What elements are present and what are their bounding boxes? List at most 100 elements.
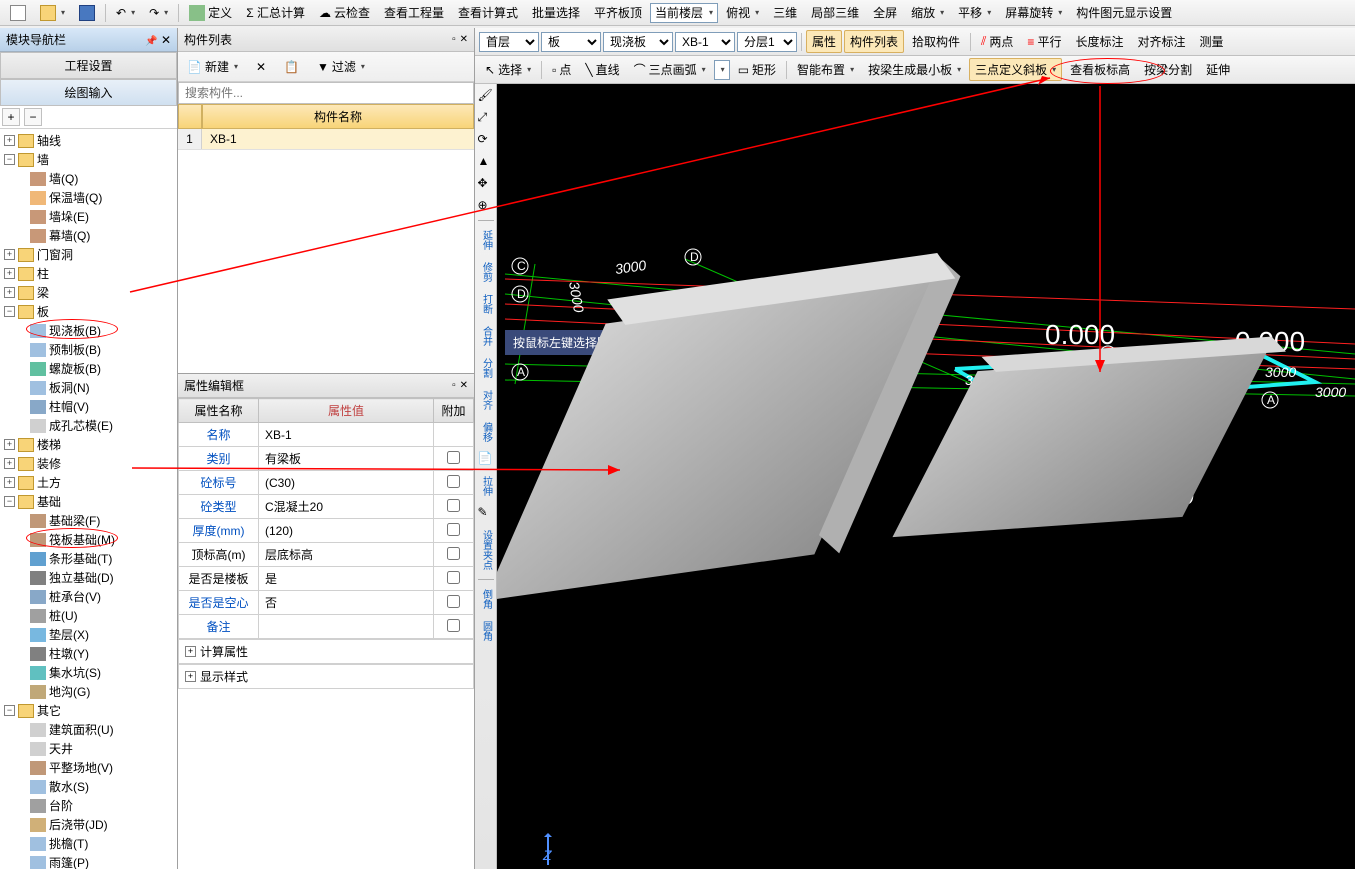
tree-step[interactable]: 台阶 [2,796,175,815]
tree-door-window[interactable]: +门窗洞 [2,245,175,264]
mirror-icon[interactable]: ▲ [478,154,494,170]
redo-button[interactable]: ↷▾ [143,3,174,23]
copy-icon[interactable]: ⊕ [478,198,494,214]
fullscreen-button[interactable]: 全屏 [867,1,903,24]
prop-row-is-hollow[interactable]: 是否是空心否 [179,591,474,615]
measure-button[interactable]: 测量 [1193,30,1229,53]
line-button[interactable]: ╲ 直线 [579,58,625,81]
pan-button[interactable]: 平移▾ [952,1,997,24]
smart-layout-button[interactable]: 智能布置▾ [791,58,860,81]
section-project-settings[interactable]: 工程设置 [0,52,177,79]
tree-raft-foundation[interactable]: 筏板基础(M) [2,530,175,549]
pencil-icon[interactable]: ✎ [478,505,494,521]
prop-row-is-floor[interactable]: 是否是楼板是 [179,567,474,591]
tree-spiral-slab[interactable]: 螺旋板(B) [2,359,175,378]
prop-row-type[interactable]: 类别有梁板 [179,447,474,471]
category-combo[interactable]: 板 [541,32,601,52]
tree-beam[interactable]: +梁 [2,283,175,302]
close-icon[interactable]: ✕ [161,33,171,47]
parallel-button[interactable]: ≡ 平行 [1021,30,1067,53]
tree-strip-foundation[interactable]: 条形基础(T) [2,549,175,568]
tree-axis[interactable]: +轴线 [2,131,175,150]
cloud-check-button[interactable]: ☁ 云检查 [313,1,376,24]
vbtn-offset[interactable]: 偏移 [477,419,495,445]
tree-decoration[interactable]: +装修 [2,454,175,473]
slab-model-2[interactable] [892,351,1267,537]
min-slab-by-beam-button[interactable]: 按梁生成最小板▾ [862,58,967,81]
define-button[interactable]: 定义 [183,1,238,24]
tree-post-cast[interactable]: 后浇带(JD) [2,815,175,834]
tree-pile[interactable]: 桩(U) [2,606,175,625]
batch-select-button[interactable]: 批量选择 [526,1,586,24]
vbtn-stretch[interactable]: 拉伸 [477,473,495,499]
tree-patio[interactable]: 天井 [2,739,175,758]
tree-add-button[interactable]: + [2,108,20,126]
prop-row-thickness[interactable]: 厚度(mm)(120) [179,519,474,543]
pick-component-button[interactable]: 拾取构件 [906,30,966,53]
tree-cast-slab[interactable]: 现浇板(B) [2,321,175,340]
filter-button[interactable]: ▼ 过滤▾ [311,55,371,78]
prop-row-concrete-type[interactable]: 砼类型C混凝土20 [179,495,474,519]
floor-combo[interactable]: 首层 [479,32,539,52]
component-combo[interactable]: XB-1 [675,32,735,52]
tree-slab-cave[interactable]: 板洞(N) [2,378,175,397]
extend-button[interactable]: 延伸 [1200,58,1236,81]
slab-model-1[interactable] [484,277,935,600]
select-button[interactable]: ↖ 选择▾ [479,58,537,81]
tree-slab[interactable]: −板 [2,302,175,321]
sum-calc-button[interactable]: Σ 汇总计算 [240,1,311,24]
view-formula-button[interactable]: 查看计算式 [452,1,524,24]
viewport-3d[interactable]: C D A D S D A 0.000 0.000 -2.000 -2.000 … [475,84,1355,869]
tree-wall[interactable]: −墙 [2,150,175,169]
tree-foundation[interactable]: −基础 [2,492,175,511]
tree-wall-q[interactable]: 墙(Q) [2,169,175,188]
tree-curtain-wall[interactable]: 幕墙(Q) [2,226,175,245]
point-button[interactable]: ▫ 点 [546,58,577,81]
tree-column[interactable]: +柱 [2,264,175,283]
pin-icon[interactable]: 📌 [145,36,157,47]
tree-cantilever[interactable]: 挑檐(T) [2,834,175,853]
tree-scatter-water[interactable]: 散水(S) [2,777,175,796]
two-point-button[interactable]: ⫽ 两点 [975,30,1019,53]
vbtn-set-grip[interactable]: 设置夹点 [477,527,495,573]
tree-canopy[interactable]: 雨篷(P) [2,853,175,869]
tree-stair[interactable]: +楼梯 [2,435,175,454]
new-file-button[interactable] [4,2,32,24]
tree-other[interactable]: −其它 [2,701,175,720]
collapse-calc-props[interactable]: +计算属性 [178,639,474,664]
tree-column-cap[interactable]: 柱帽(V) [2,397,175,416]
component-row[interactable]: 1 XB-1 [178,129,474,150]
move-icon[interactable]: ✥ [478,176,494,192]
tree-pile-cap[interactable]: 桩承台(V) [2,587,175,606]
close-icon[interactable]: ✕ [460,34,468,45]
local-3d-button[interactable]: 局部三维 [805,1,865,24]
vbtn-align[interactable]: 对齐 [477,387,495,413]
tree-trench[interactable]: 地沟(G) [2,682,175,701]
prop-row-top-elev[interactable]: 顶标高(m)层底标高 [179,543,474,567]
tree-wall-block[interactable]: 墙垛(E) [2,207,175,226]
dock-icon[interactable]: ▫ [452,34,456,45]
prop-row-remark[interactable]: 备注 [179,615,474,639]
align-dim-button[interactable]: 对齐标注 [1131,30,1191,53]
tree-hole-template[interactable]: 成孔芯模(E) [2,416,175,435]
open-file-button[interactable]: ▾ [34,2,71,24]
three-point-arc-button[interactable]: ⌒ 三点画弧▾ [628,58,712,81]
screen-rotate-button[interactable]: 屏幕旋转▾ [999,1,1068,24]
vbtn-trim[interactable]: 修剪 [477,259,495,285]
perspective-button[interactable]: 俯视▾ [720,1,765,24]
current-floor-combo[interactable]: 当前楼层▾ [650,3,718,23]
vbtn-fillet[interactable]: 圆角 [477,618,495,644]
draw-mode-combo[interactable]: ▾ [714,60,730,80]
brush-icon[interactable]: 🖌 [478,88,494,104]
three-point-slope-button[interactable]: 三点定义斜板▾ [969,58,1062,81]
tree-independent-foundation[interactable]: 独立基础(D) [2,568,175,587]
component-tree[interactable]: +轴线 −墙 墙(Q) 保温墙(Q) 墙垛(E) 幕墙(Q) +门窗洞 +柱 +… [0,129,177,869]
rotate-icon[interactable]: ⟳ [478,132,494,148]
undo-button[interactable]: ↶▾ [110,3,141,23]
dock-icon[interactable]: ▫ [452,380,456,391]
display-settings-button[interactable]: 构件图元显示设置 [1070,1,1178,24]
delete-component-button[interactable]: ✕ [250,57,272,77]
doc-icon[interactable]: 📄 [478,451,494,467]
pick-icon[interactable]: ⤢ [478,110,494,126]
comp-list-button[interactable]: 构件列表 [844,30,904,53]
